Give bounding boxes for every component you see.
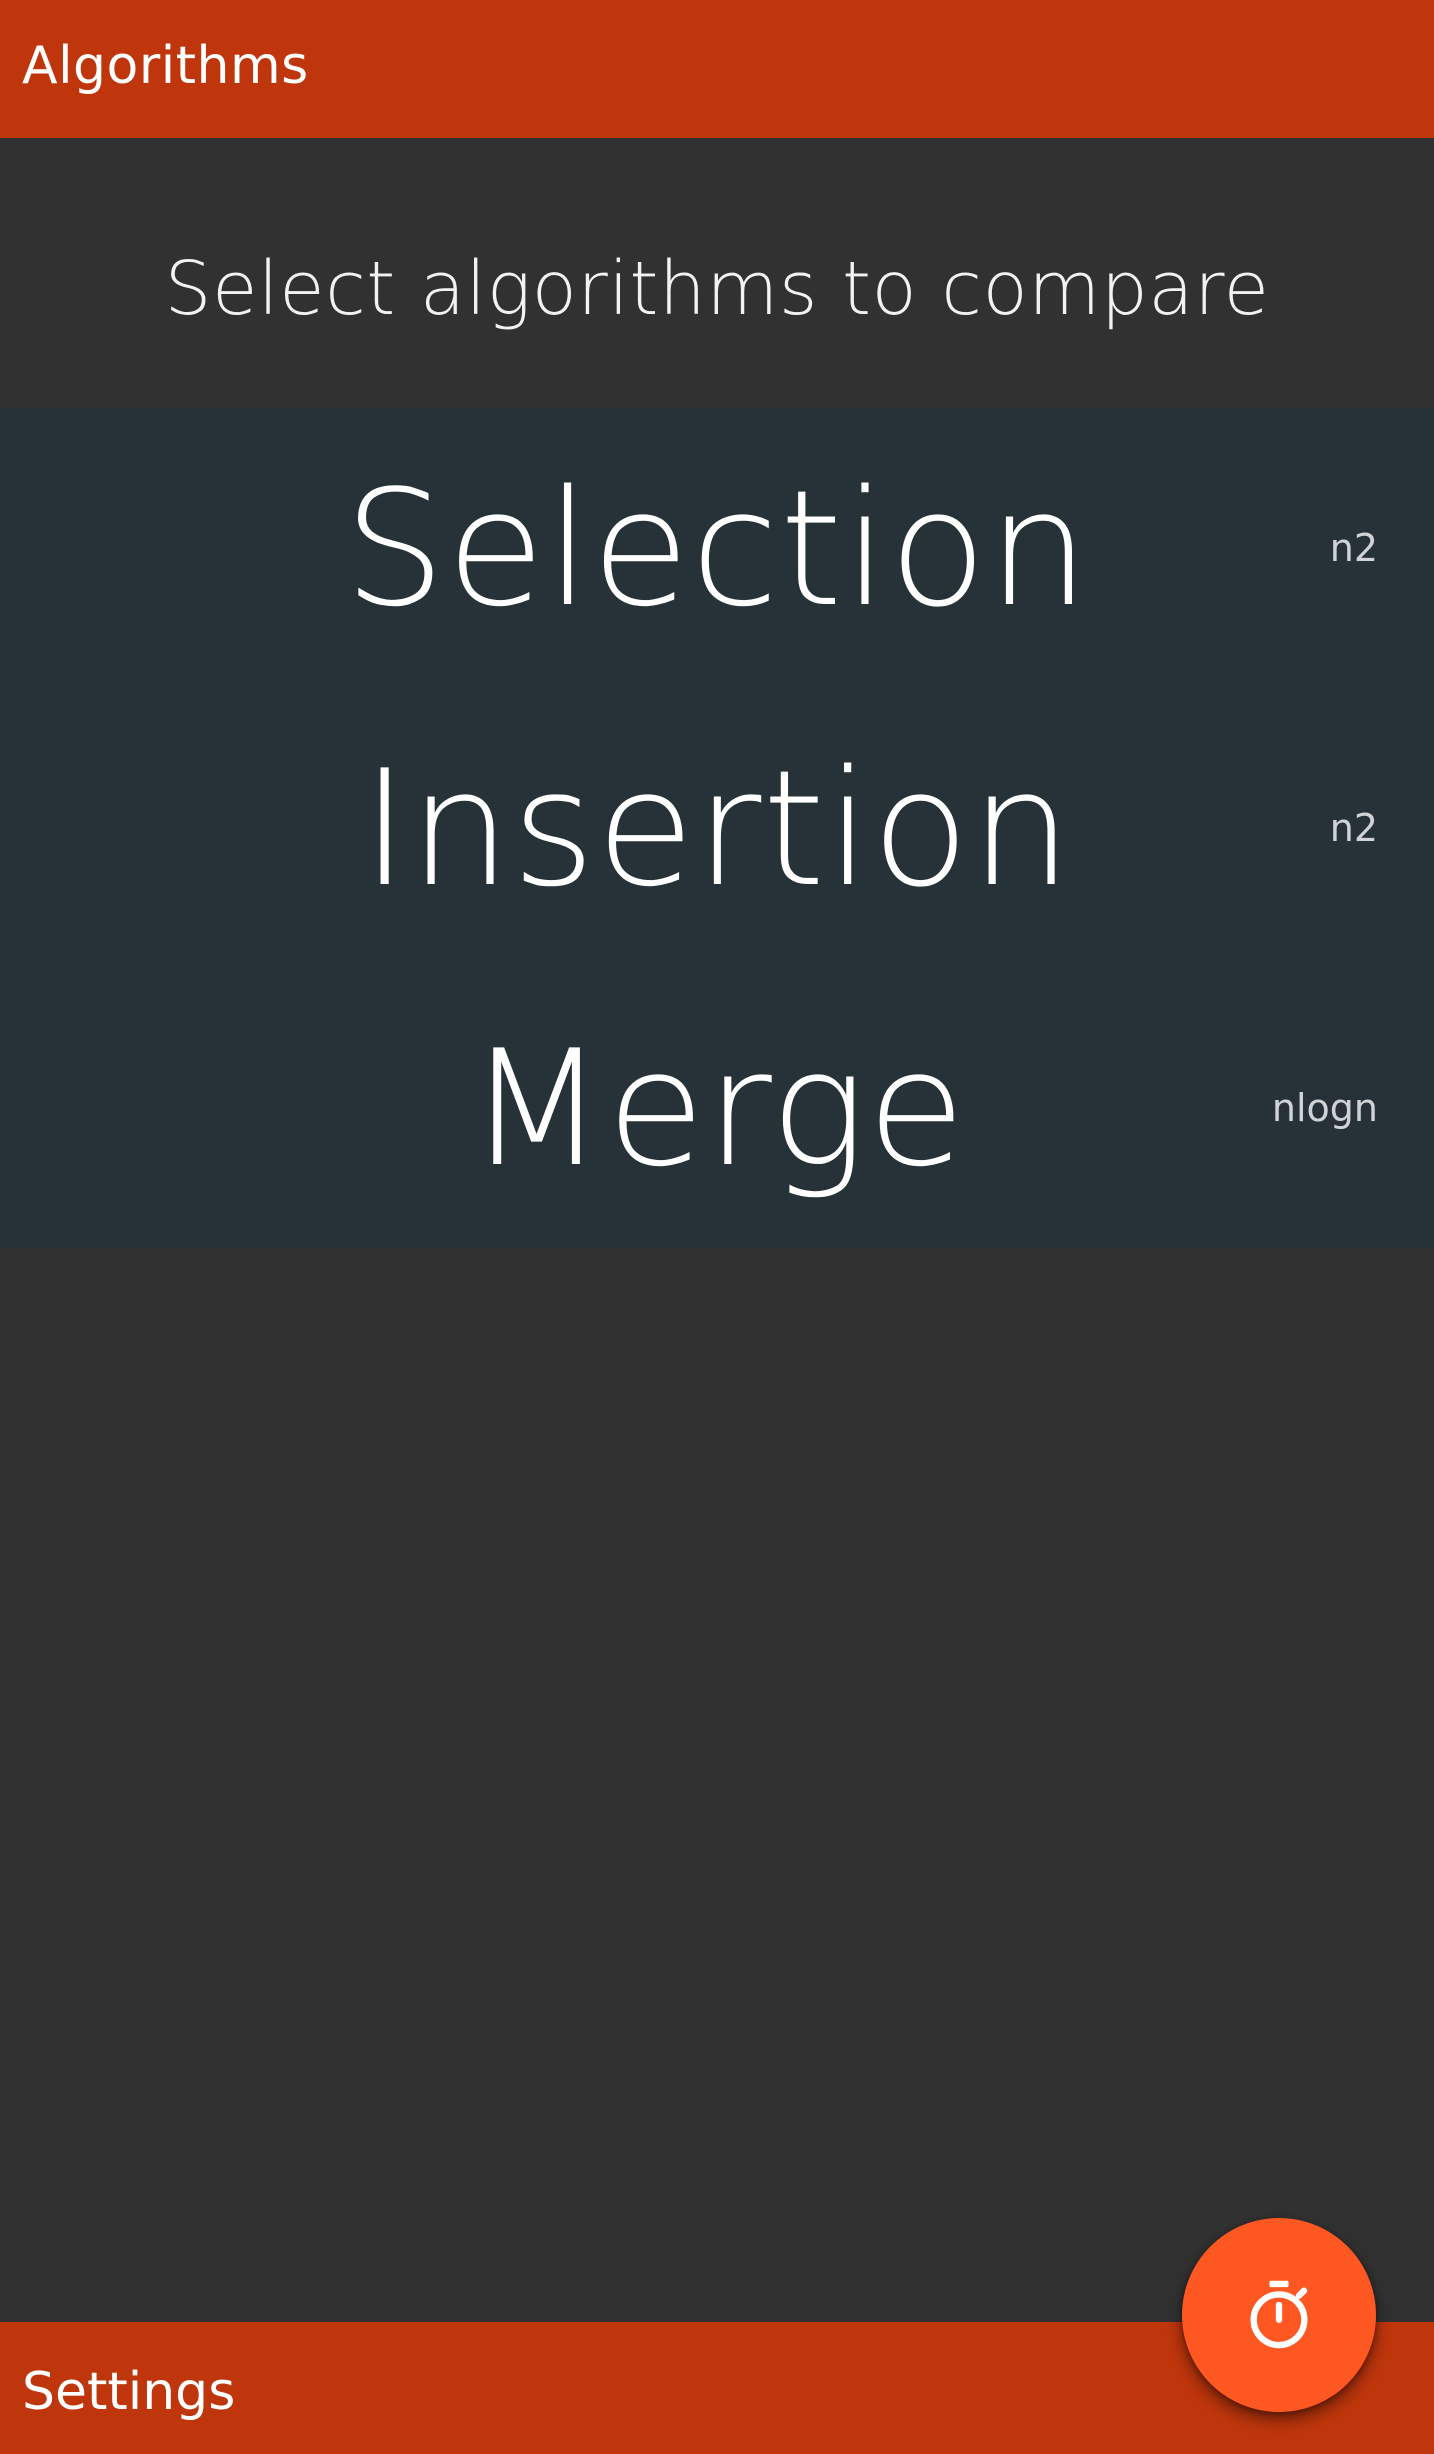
algorithm-list: Selection n2 Insertion n2 Merge nlogn [0,408,1434,1248]
app-title: Algorithms [22,36,309,96]
app-bar: Algorithms [0,0,1434,138]
algorithm-complexity: nlogn [1271,1086,1378,1130]
algorithm-complexity: n2 [1329,806,1378,850]
algorithm-name: Selection [343,454,1091,642]
algorithm-item-merge[interactable]: Merge nlogn [0,968,1434,1248]
start-timer-button[interactable] [1182,2218,1376,2412]
algorithm-item-insertion[interactable]: Insertion n2 [0,688,1434,968]
algorithm-complexity: n2 [1329,526,1378,570]
instruction-header: Select algorithms to compare [0,138,1434,408]
algorithm-name: Insertion [361,734,1073,922]
timer-icon [1250,2280,1308,2349]
algorithm-name: Merge [467,1014,967,1202]
instruction-text: Select algorithms to compare [164,246,1270,332]
settings-button[interactable]: Settings [22,2362,235,2422]
algorithm-item-selection[interactable]: Selection n2 [0,408,1434,688]
